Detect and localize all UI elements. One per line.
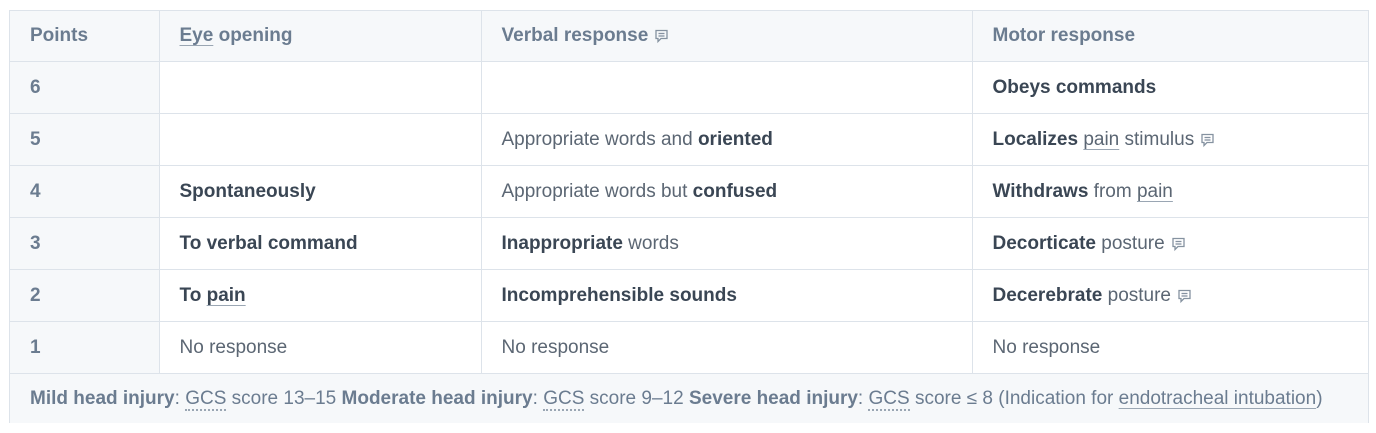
mild-label: Mild head injury — [30, 387, 175, 409]
eye-cell — [159, 61, 482, 114]
header-verbal-response: Verbal response — [481, 11, 973, 62]
gcs-table: Points Eye opening Verbal response Motor… — [10, 11, 1368, 423]
motor-bold: Localizes — [992, 128, 1079, 150]
header-verbal-label: Verbal response — [501, 25, 649, 46]
points-cell: 2 — [10, 269, 160, 322]
table-row: 1 No response No response No response — [10, 321, 1368, 374]
mild-score: score 13–15 — [226, 387, 342, 409]
moderate-score: score 9–12 — [584, 387, 689, 409]
footer-cell: Mild head injury: GCS score 13–15 Modera… — [10, 373, 1368, 423]
gcs-table-container: Points Eye opening Verbal response Motor… — [9, 10, 1369, 423]
eye-cell: To verbal command — [159, 217, 482, 270]
motor-bold: Decerebrate — [992, 284, 1103, 306]
verbal-bold: Incomprehensible sounds — [501, 284, 737, 306]
colon: : — [857, 387, 864, 409]
verbal-bold: oriented — [697, 128, 773, 150]
motor-cell: Obeys commands — [972, 61, 1368, 114]
table-row: 4 Spontaneously Appropriate words but co… — [10, 165, 1368, 218]
eye-text: To verbal command — [179, 232, 358, 254]
close-paren: ) — [1316, 387, 1323, 409]
motor-text: posture — [1102, 284, 1171, 306]
severe-score: score ≤ 8 (Indication for — [909, 387, 1119, 409]
verbal-cell — [481, 61, 973, 114]
note-icon[interactable] — [1170, 235, 1187, 252]
verbal-text: Appropriate words and — [501, 128, 698, 150]
verbal-cell: Incomprehensible sounds — [481, 269, 973, 322]
motor-text: No response — [992, 336, 1101, 358]
points-cell: 4 — [10, 165, 160, 218]
motor-cell: No response — [972, 321, 1368, 374]
pain-link[interactable]: pain — [1137, 181, 1173, 202]
eye-text: To — [179, 284, 207, 306]
footer-row: Mild head injury: GCS score 13–15 Modera… — [10, 373, 1368, 423]
verbal-text: words — [622, 232, 679, 254]
severe-label: Severe head injury — [688, 387, 858, 409]
verbal-cell: Appropriate words and oriented — [481, 113, 973, 166]
eye-cell: No response — [159, 321, 482, 374]
eye-text: Spontaneously — [179, 180, 316, 202]
pain-link[interactable]: pain — [207, 285, 246, 306]
verbal-cell: Appropriate words but confused — [481, 165, 973, 218]
note-icon[interactable] — [1199, 131, 1216, 148]
endotracheal-intubation-link[interactable]: endotracheal intubation — [1119, 388, 1317, 409]
points-cell: 1 — [10, 321, 160, 374]
motor-text: from — [1088, 180, 1137, 202]
motor-cell: Withdraws from pain — [972, 165, 1368, 218]
verbal-text: Appropriate words but — [501, 180, 693, 202]
motor-cell: Localizes pain stimulus — [972, 113, 1368, 166]
eye-cell: To pain — [159, 269, 482, 322]
eye-link[interactable]: Eye — [180, 25, 214, 46]
colon: : — [174, 387, 180, 409]
eye-cell: Spontaneously — [159, 165, 482, 218]
motor-text: posture — [1096, 232, 1165, 254]
verbal-text: No response — [501, 336, 610, 358]
gcs-abbreviation[interactable]: GCS — [868, 387, 910, 411]
gcs-abbreviation[interactable]: GCS — [185, 387, 227, 411]
moderate-label: Moderate head injury — [341, 387, 533, 409]
points-cell: 5 — [10, 113, 160, 166]
verbal-cell: Inappropriate words — [481, 217, 973, 270]
table-row: 3 To verbal command Inappropriate words … — [10, 217, 1368, 270]
header-eye-opening: Eye opening — [159, 11, 482, 62]
motor-cell: Decerebrate posture — [972, 269, 1368, 322]
colon: : — [532, 387, 538, 409]
motor-cell: Decorticate posture — [972, 217, 1368, 270]
header-eye-suffix: opening — [213, 25, 293, 46]
note-icon[interactable] — [1176, 287, 1193, 304]
pain-link[interactable]: pain — [1083, 129, 1119, 150]
points-cell: 3 — [10, 217, 160, 270]
eye-text: No response — [179, 336, 288, 358]
verbal-bold: confused — [692, 180, 778, 202]
gcs-abbreviation[interactable]: GCS — [543, 387, 585, 411]
header-row: Points Eye opening Verbal response Motor… — [10, 11, 1368, 62]
table-row: 6 Obeys commands — [10, 61, 1368, 114]
table-row: 5 Appropriate words and oriented Localiz… — [10, 113, 1368, 166]
motor-bold: Withdraws — [992, 180, 1089, 202]
motor-text: Obeys commands — [992, 76, 1157, 98]
verbal-bold: Inappropriate — [501, 232, 623, 254]
verbal-cell: No response — [481, 321, 973, 374]
points-cell: 6 — [10, 61, 160, 114]
motor-bold: Decorticate — [992, 232, 1097, 254]
table-row: 2 To pain Incomprehensible sounds Decere… — [10, 269, 1368, 322]
eye-cell — [159, 113, 482, 166]
note-icon[interactable] — [653, 27, 670, 44]
header-points: Points — [10, 11, 160, 62]
motor-text-tail: stimulus — [1119, 128, 1195, 150]
header-motor-response: Motor response — [972, 11, 1368, 62]
